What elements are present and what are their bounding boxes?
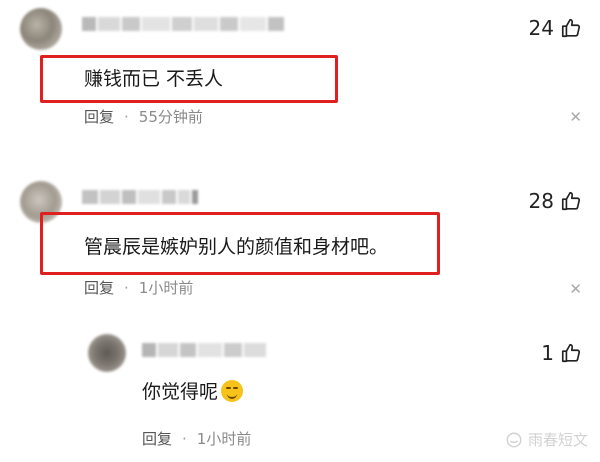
separator-dot: · [182,429,187,448]
avatar[interactable] [88,334,126,372]
smirk-emoji-icon [221,380,244,402]
username-blurred [142,343,266,357]
comment-reply: 1 你觉得呢 回复 · 1小时前 [0,0,600,462]
watermark-logo-icon [506,432,522,447]
comment-text: 你觉得呢 [142,377,244,404]
comment-text-value: 你觉得呢 [142,381,219,403]
thumbs-up-icon[interactable] [560,342,582,364]
timestamp: 1小时前 [196,430,252,448]
like-count-value: 1 [541,341,554,365]
comment-meta: 回复 · 1小时前 [142,428,251,449]
watermark-text: 雨春短文 [527,431,588,449]
reply-button[interactable]: 回复 [142,428,172,449]
watermark: 雨春短文 [505,429,588,450]
like-count[interactable]: 1 [541,341,582,365]
